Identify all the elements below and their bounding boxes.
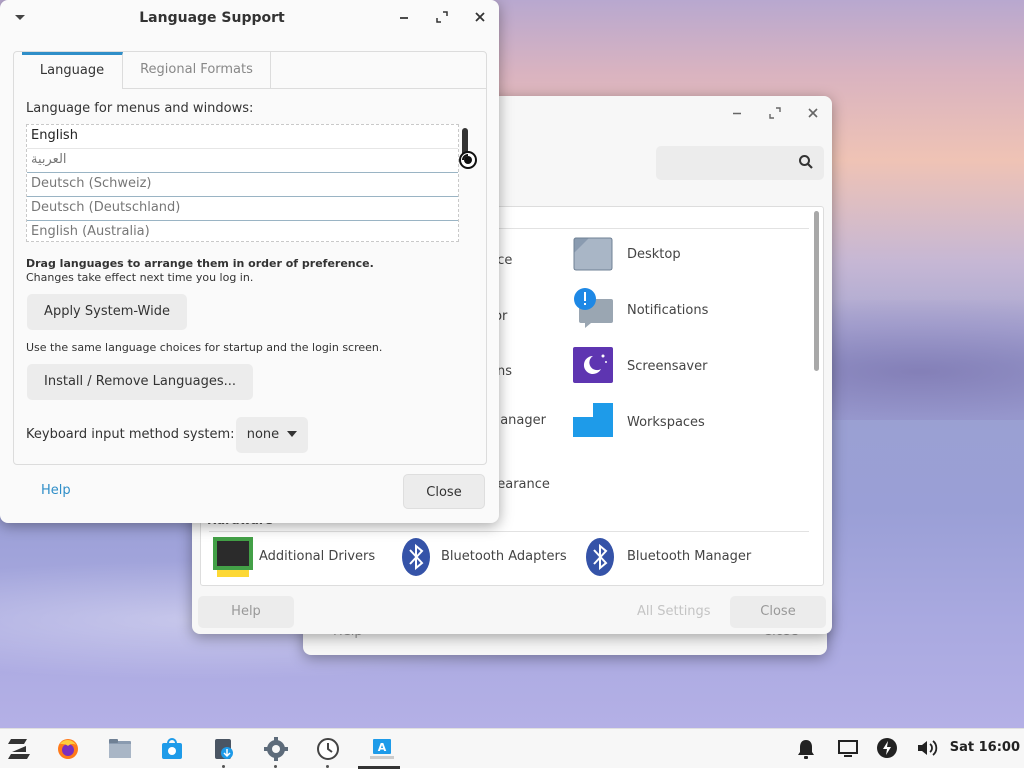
language-support-app-icon[interactable]: A xyxy=(370,737,394,761)
volume-icon[interactable] xyxy=(916,737,940,761)
drag-cursor-icon xyxy=(459,151,479,175)
bluetooth-adapters-item[interactable]: Bluetooth Adapters xyxy=(401,537,581,581)
tab-regional-formats[interactable]: Regional Formats xyxy=(123,52,271,89)
language-list[interactable]: English العربية Deutsch (Schweiz) Deutsc… xyxy=(26,124,459,242)
help-link[interactable]: Help xyxy=(41,483,71,498)
list-item[interactable]: English xyxy=(27,125,458,149)
settings-close-button[interactable]: Close xyxy=(730,596,826,628)
notification-bell-icon[interactable] xyxy=(796,737,820,761)
maximize-icon[interactable] xyxy=(432,9,452,29)
display-icon[interactable] xyxy=(837,737,861,761)
workspaces-icon xyxy=(573,403,613,441)
search-input[interactable] xyxy=(656,146,824,180)
apply-hint: Use the same language choices for startu… xyxy=(26,341,383,354)
additional-drivers-icon xyxy=(213,537,253,581)
additional-drivers-item[interactable]: Additional Drivers xyxy=(213,537,393,581)
close-icon[interactable] xyxy=(803,105,823,125)
clock[interactable]: Sat 16:00 xyxy=(950,740,1020,755)
list-item[interactable]: Deutsch (Schweiz) xyxy=(27,173,458,197)
notifications-item[interactable]: Notifications xyxy=(573,288,773,333)
svg-text:A: A xyxy=(378,741,387,754)
software-updater-icon[interactable] xyxy=(212,737,236,761)
list-item[interactable]: English (Australia) xyxy=(27,221,458,241)
tab-language[interactable]: Language xyxy=(22,52,123,89)
maximize-icon[interactable] xyxy=(765,105,785,125)
chevron-down-icon xyxy=(287,417,298,453)
close-icon[interactable] xyxy=(470,9,490,29)
all-settings-button[interactable]: All Settings xyxy=(637,604,711,619)
screensaver-icon xyxy=(573,347,613,387)
menus-label: Language for menus and windows: xyxy=(26,101,254,116)
desktop-icon xyxy=(573,237,613,275)
bluetooth-icon xyxy=(585,537,615,581)
install-remove-languages-button[interactable]: Install / Remove Languages... xyxy=(27,364,253,400)
notifications-icon xyxy=(573,287,615,333)
keyboard-input-label: Keyboard input method system: xyxy=(26,427,235,442)
settings-gear-icon[interactable] xyxy=(264,737,288,761)
list-item[interactable]: العربية xyxy=(27,149,458,173)
software-store-icon[interactable] xyxy=(160,737,184,761)
desktop-item[interactable]: Desktop xyxy=(573,237,773,277)
minimize-icon[interactable] xyxy=(727,105,747,125)
close-button[interactable]: Close xyxy=(403,474,485,509)
firefox-icon[interactable] xyxy=(56,737,80,761)
language-support-dialog[interactable]: Language Support Language Regional Forma… xyxy=(0,0,499,523)
bluetooth-icon xyxy=(401,537,431,581)
changes-hint: Changes take effect next time you log in… xyxy=(26,271,254,284)
clock-app-icon[interactable] xyxy=(316,737,340,761)
minimize-icon[interactable] xyxy=(394,9,414,29)
list-item[interactable]: Deutsch (Deutschland) xyxy=(27,197,458,221)
dialog-title: Language Support xyxy=(139,10,285,26)
settings-scrollbar[interactable] xyxy=(814,211,819,371)
screensaver-item[interactable]: Screensaver xyxy=(573,347,773,389)
workspaces-item[interactable]: Workspaces xyxy=(573,403,773,445)
settings-help-button[interactable]: Help xyxy=(198,596,294,628)
zorin-menu-icon[interactable] xyxy=(6,737,30,761)
files-icon[interactable] xyxy=(108,737,132,761)
taskbar: A Sat 16:00 xyxy=(0,728,1024,769)
keyboard-input-select[interactable]: none xyxy=(236,417,308,453)
search-icon[interactable] xyxy=(798,154,814,174)
drag-hint: Drag languages to arrange them in order … xyxy=(26,257,374,270)
power-icon[interactable] xyxy=(876,737,900,761)
bluetooth-manager-item[interactable]: Bluetooth Manager xyxy=(585,537,785,581)
apply-system-wide-button[interactable]: Apply System-Wide xyxy=(27,294,187,330)
